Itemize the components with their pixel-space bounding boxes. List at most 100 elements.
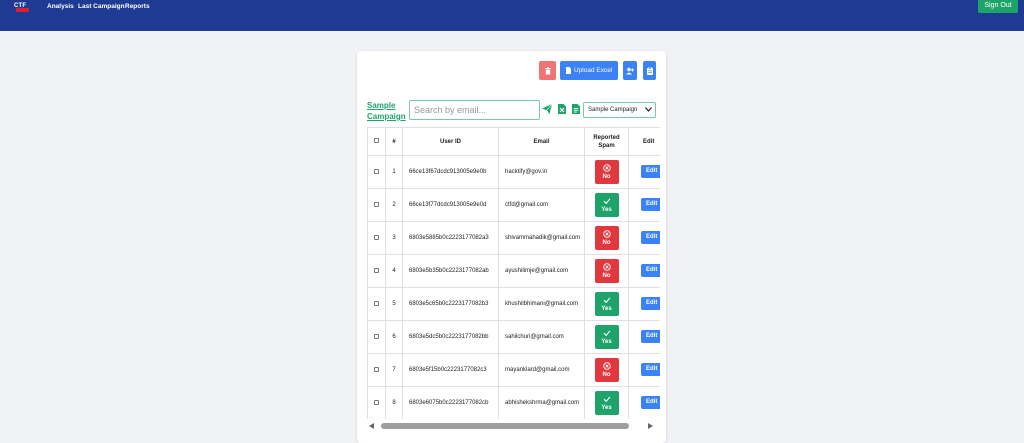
clipboard-button[interactable] bbox=[643, 61, 656, 80]
row-user-id: 66ce13f67dcdc913005e9e0b bbox=[402, 155, 499, 189]
row-number: 5 bbox=[385, 287, 403, 321]
table-header-row: # User ID Email Reported Spam Edit bbox=[367, 127, 660, 156]
spam-status-label: Yes bbox=[601, 405, 612, 411]
edit-button[interactable]: Edit bbox=[641, 296, 660, 310]
row-checkbox[interactable] bbox=[374, 267, 379, 273]
campaign-select[interactable]: Sample Campaign bbox=[583, 102, 656, 118]
file-icon bbox=[566, 67, 571, 74]
edit-button[interactable]: Edit bbox=[641, 164, 660, 178]
row-email: hacktify@gov.in bbox=[498, 155, 585, 189]
clipboard-icon bbox=[646, 66, 653, 75]
column-header-reported-spam[interactable]: Reported Spam bbox=[584, 127, 629, 156]
column-header-email[interactable]: Email bbox=[498, 127, 585, 156]
table-row: 6 6803e5dc5b0c2223177082bb sahilchuri@gmai… bbox=[367, 320, 660, 354]
spam-status-button[interactable]: No bbox=[594, 226, 619, 250]
row-user-id: 6803e5885b0c2223177082a3 bbox=[402, 221, 499, 255]
spam-status-button[interactable]: Yes bbox=[594, 193, 619, 217]
scroll-right-arrow-icon[interactable] bbox=[648, 423, 653, 429]
trash-icon bbox=[544, 67, 551, 74]
x-circle-icon bbox=[602, 164, 611, 172]
nav-link-reports[interactable]: Reports bbox=[125, 3, 150, 11]
select-all-checkbox[interactable] bbox=[374, 138, 379, 144]
check-icon bbox=[603, 330, 610, 337]
row-checkbox[interactable] bbox=[374, 201, 379, 207]
row-email: ayushilimje@gmail.com bbox=[498, 254, 585, 288]
table-row: 1 66ce13f67dcdc913005e9e0b hacktify@gov.in… bbox=[367, 155, 660, 189]
chevron-down-icon bbox=[645, 107, 652, 112]
scroll-left-arrow-icon[interactable] bbox=[369, 423, 374, 429]
spam-status-button[interactable]: No bbox=[594, 358, 619, 382]
check-icon bbox=[603, 198, 610, 205]
column-header-edit: Edit bbox=[628, 127, 660, 156]
check-icon bbox=[603, 396, 610, 403]
row-checkbox[interactable] bbox=[374, 399, 379, 405]
spam-status-button[interactable]: Yes bbox=[594, 292, 619, 316]
send-icon[interactable] bbox=[542, 104, 552, 114]
search-email-input[interactable]: Search by email... bbox=[409, 100, 540, 120]
row-number: 7 bbox=[385, 353, 403, 387]
row-user-id: 66ce13f77dcdc913005e9e0d bbox=[402, 188, 499, 222]
row-checkbox[interactable] bbox=[374, 234, 379, 240]
row-number: 6 bbox=[385, 320, 403, 354]
app-logo[interactable]: CTF bbox=[14, 3, 32, 13]
spam-status-button[interactable]: No bbox=[594, 160, 619, 184]
row-checkbox-cell bbox=[367, 287, 386, 321]
column-header-user-id[interactable]: User ID bbox=[402, 127, 499, 156]
spam-status-label: No bbox=[602, 372, 611, 378]
row-checkbox-cell bbox=[367, 353, 386, 387]
users-table-container: # User ID Email Reported Spam Edit 1 66ce… bbox=[367, 127, 660, 419]
scrollbar-thumb[interactable] bbox=[381, 423, 629, 429]
row-checkbox-cell bbox=[367, 221, 386, 255]
edit-button[interactable]: Edit bbox=[641, 329, 660, 343]
row-number: 4 bbox=[385, 254, 403, 288]
row-edit-cell: Edit bbox=[628, 188, 660, 222]
campaign-title-link[interactable]: Sample Campaign bbox=[367, 100, 406, 122]
spam-status-button[interactable]: Yes bbox=[594, 325, 619, 349]
spam-status-button[interactable]: Yes bbox=[594, 391, 619, 415]
document-icon[interactable] bbox=[572, 104, 580, 114]
row-reported-spam-cell: Yes bbox=[584, 386, 629, 419]
edit-button[interactable]: Edit bbox=[641, 362, 660, 376]
row-edit-cell: Edit bbox=[628, 155, 660, 189]
row-checkbox[interactable] bbox=[374, 300, 379, 306]
spam-status-label: Yes bbox=[601, 339, 612, 345]
row-user-id: 6803e5f15b0c2223177082c3 bbox=[402, 353, 499, 387]
row-number: 2 bbox=[385, 188, 403, 222]
table-row: 2 66ce13f77dcdc913005e9e0d ctfd@gmail.com Y… bbox=[367, 188, 660, 222]
nav-link-last-campaign[interactable]: Last Campaign bbox=[78, 3, 125, 11]
edit-button[interactable]: Edit bbox=[641, 197, 660, 211]
row-checkbox-cell bbox=[367, 188, 386, 222]
row-number: 3 bbox=[385, 221, 403, 255]
edit-button[interactable]: Edit bbox=[641, 263, 660, 277]
row-edit-cell: Edit bbox=[628, 353, 660, 387]
spam-status-button[interactable]: No bbox=[594, 259, 619, 283]
horizontal-scrollbar[interactable] bbox=[369, 421, 653, 431]
campaign-select-value: Sample Campaign bbox=[588, 107, 638, 113]
row-checkbox[interactable] bbox=[374, 168, 379, 174]
row-user-id: 6803e5c65b0c2223177082b3 bbox=[402, 287, 499, 321]
row-checkbox[interactable] bbox=[374, 366, 379, 372]
column-header-num: # bbox=[385, 127, 403, 156]
edit-button[interactable]: Edit bbox=[641, 230, 660, 244]
row-email: khushilbhimani@gmail.com bbox=[498, 287, 585, 321]
spam-status-label: No bbox=[602, 174, 611, 180]
row-edit-cell: Edit bbox=[628, 221, 660, 255]
spam-status-label: No bbox=[602, 240, 611, 246]
row-checkbox-cell bbox=[367, 155, 386, 189]
sign-out-button[interactable]: Sign Out bbox=[978, 0, 1018, 13]
row-edit-cell: Edit bbox=[628, 254, 660, 288]
nav-link-analysis[interactable]: Analysis bbox=[47, 3, 74, 11]
row-reported-spam-cell: Yes bbox=[584, 287, 629, 321]
upload-excel-button[interactable]: Upload Excel bbox=[560, 61, 618, 80]
row-number: 1 bbox=[385, 155, 403, 189]
row-edit-cell: Edit bbox=[628, 287, 660, 321]
edit-button[interactable]: Edit bbox=[641, 395, 660, 409]
delete-button[interactable] bbox=[539, 61, 556, 80]
row-reported-spam-cell: No bbox=[584, 221, 629, 255]
add-user-button[interactable] bbox=[623, 61, 637, 80]
excel-icon[interactable] bbox=[558, 104, 566, 114]
row-user-id: 6803e6075b0c2223177082cb bbox=[402, 386, 499, 419]
x-circle-icon bbox=[602, 263, 611, 271]
row-checkbox[interactable] bbox=[374, 333, 379, 339]
row-number: 8 bbox=[385, 386, 403, 419]
